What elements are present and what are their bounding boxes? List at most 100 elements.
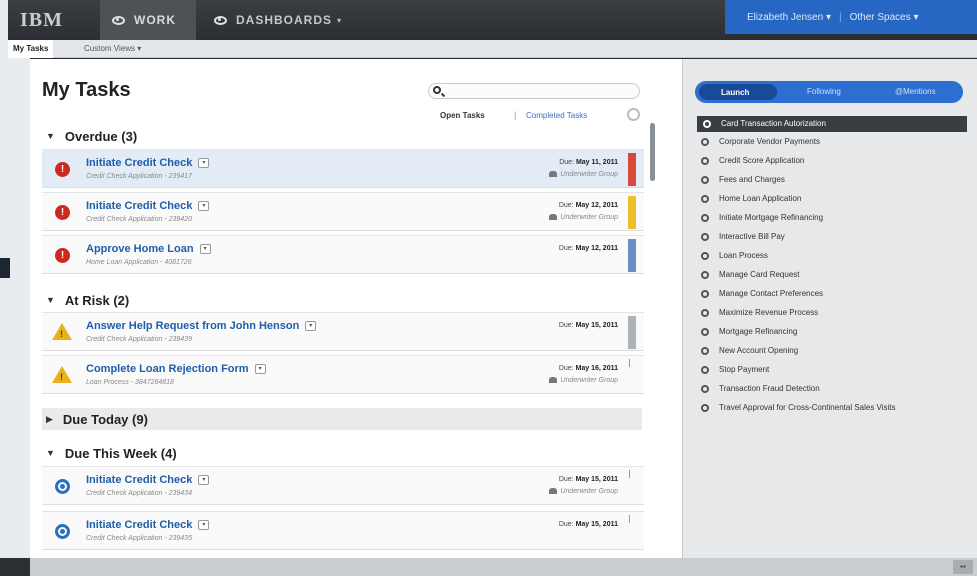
priority-flag — [628, 239, 636, 272]
task-due: Due: May 15, 2011 — [559, 322, 618, 329]
launch-item[interactable]: Corporate Vendor Payments — [701, 137, 963, 147]
launch-item[interactable]: Fees and Charges — [701, 175, 963, 185]
task-menu-icon[interactable]: ▾ — [198, 201, 210, 212]
task-title[interactable]: Answer Help Request from John Henson — [86, 320, 299, 332]
task-card[interactable]: ! Approve Home Loan ▾ Home Loan Applicati… — [42, 235, 644, 274]
section-label: Overdue (3) — [64, 128, 138, 144]
ibm-logo: IBM — [20, 9, 63, 31]
task-card[interactable]: ! Initiate Credit Check ▾ Credit Check Ap… — [42, 192, 644, 231]
process-icon — [701, 290, 709, 298]
eye-icon — [214, 15, 227, 25]
due-date: May 11, 2011 — [575, 159, 618, 166]
task-menu-icon[interactable]: ▾ — [198, 158, 210, 169]
process-icon — [701, 271, 709, 279]
launch-item[interactable]: Initiate Mortgage Refinancing — [701, 213, 963, 223]
section-due-today[interactable]: ▶ Due Today (9) — [42, 408, 642, 430]
task-title[interactable]: Approve Home Loan — [86, 243, 194, 255]
section-at-risk[interactable]: ▼ At Risk (2) — [42, 289, 642, 311]
task-title[interactable]: Initiate Credit Check — [86, 157, 192, 169]
task-due: Due: May 12, 2011 — [559, 245, 618, 252]
launch-item[interactable]: Transaction Fraud Detection — [701, 384, 963, 394]
task-due: Due: May 15, 2011 — [559, 476, 618, 483]
task-title[interactable]: Complete Loan Rejection Form — [86, 363, 249, 375]
task-card[interactable]: ! Complete Loan Rejection Form ▾ Loan Pro… — [42, 355, 644, 394]
task-title-wrap: Answer Help Request from John Henson ▾ — [86, 320, 317, 332]
flag-marker — [629, 359, 630, 367]
due-date: May 12, 2011 — [575, 202, 618, 209]
task-title[interactable]: Initiate Credit Check — [86, 519, 192, 531]
task-menu-icon[interactable]: ▾ — [254, 364, 266, 375]
task-card[interactable]: ! Initiate Credit Check ▾ Credit Check Ap… — [42, 149, 644, 188]
launch-panel: Launch Following @Mentions Card Transact… — [682, 59, 977, 558]
launch-item[interactable]: Credit Score Application — [701, 156, 963, 166]
section-label: Due This Week (4) — [64, 445, 177, 461]
launch-item[interactable]: Stop Payment — [701, 365, 963, 375]
background-dark-block — [0, 258, 10, 278]
triangle-down-icon: ▼ — [46, 295, 55, 305]
process-icon — [701, 347, 709, 355]
due-label: Due: — [559, 159, 574, 166]
task-menu-icon[interactable]: ▾ — [199, 244, 211, 255]
launch-item[interactable]: Loan Process — [701, 251, 963, 261]
task-card[interactable]: Initiate Credit Check ▾ Credit Check Appl… — [42, 466, 644, 505]
section-label: At Risk (2) — [64, 292, 130, 308]
tasks-panel: My Tasks Open Tasks | Completed Tasks ▼ … — [30, 59, 682, 558]
launch-item[interactable]: Interactive Bill Pay — [701, 232, 963, 242]
due-date: May 16, 2011 — [575, 365, 618, 372]
tab-launch[interactable]: Launch — [699, 84, 777, 100]
launch-item-label: New Account Opening — [719, 346, 799, 355]
task-menu-icon[interactable]: ▾ — [198, 475, 210, 486]
background-window-strip — [0, 0, 30, 576]
other-spaces-menu[interactable]: Other Spaces ▾ — [850, 12, 919, 23]
chevron-down-icon: ▾ — [337, 15, 343, 25]
section-due-this-week[interactable]: ▼ Due This Week (4) — [42, 442, 642, 464]
launch-item-label: Stop Payment — [719, 365, 770, 374]
launch-item-label: Initiate Mortgage Refinancing — [719, 213, 824, 222]
task-title-wrap: Complete Loan Rejection Form ▾ — [86, 363, 266, 375]
launch-item[interactable]: Manage Card Request — [701, 270, 963, 280]
task-title[interactable]: Initiate Credit Check — [86, 474, 192, 486]
process-icon — [701, 195, 709, 203]
more-icon[interactable]: ▪▪ — [953, 560, 973, 574]
subnav-custom-views[interactable]: Custom Views ▾ — [84, 44, 141, 53]
task-title[interactable]: Initiate Credit Check — [86, 200, 192, 212]
launch-item[interactable]: New Account Opening — [701, 346, 963, 356]
launch-item-label: Card Transaction Autorization — [721, 119, 826, 128]
user-area: Elizabeth Jensen ▾ | Other Spaces ▾ — [725, 0, 977, 34]
due-date: May 15, 2011 — [575, 322, 618, 329]
task-title-wrap: Initiate Credit Check ▾ — [86, 200, 210, 212]
task-menu-icon[interactable]: ▾ — [198, 520, 210, 531]
search-input[interactable] — [445, 85, 635, 97]
triangle-down-icon: ▼ — [46, 448, 55, 458]
task-card[interactable]: ! Answer Help Request from John Henson ▾ … — [42, 312, 644, 351]
task-subtitle: Credit Check Application - 239417 — [86, 173, 192, 180]
launch-item[interactable]: Maximize Revenue Process — [701, 308, 963, 318]
group-label: Underwriter Group — [560, 171, 618, 178]
launch-item-label: Mortgage Refinancing — [719, 327, 798, 336]
tab-mentions[interactable]: @Mentions — [895, 87, 936, 96]
task-menu-icon[interactable]: ▾ — [305, 321, 317, 332]
process-icon — [701, 138, 709, 146]
flag-marker — [629, 515, 630, 523]
task-card[interactable]: Initiate Credit Check ▾ Credit Check Appl… — [42, 511, 644, 550]
task-title-wrap: Initiate Credit Check ▾ — [86, 519, 210, 531]
launch-item[interactable]: Manage Contact Preferences — [701, 289, 963, 299]
due-label: Due: — [558, 322, 574, 329]
launch-item[interactable]: Mortgage Refinancing — [701, 327, 963, 337]
launch-item[interactable]: Home Loan Application — [701, 194, 963, 204]
search-icon[interactable] — [433, 86, 441, 94]
launch-tab-bar: Launch Following @Mentions — [695, 81, 963, 103]
tab-following[interactable]: Following — [807, 87, 841, 96]
subnav-my-tasks[interactable]: My Tasks — [8, 40, 54, 58]
launch-item-label: Home Loan Application — [719, 194, 802, 203]
task-due: Due: May 16, 2011 — [559, 365, 618, 372]
tab-dashboards[interactable]: DASHBOARDS ▾ — [206, 0, 342, 40]
due-label: Due: — [558, 365, 574, 372]
due-label: Due: — [558, 202, 574, 209]
tab-work[interactable]: WORK — [100, 0, 196, 40]
launch-item[interactable]: Travel Approval for Cross-Continental Sa… — [701, 403, 963, 413]
user-menu[interactable]: Elizabeth Jensen ▾ — [725, 12, 831, 23]
section-overdue[interactable]: ▼ Overdue (3) — [42, 125, 642, 147]
task-due: Due: May 12, 2011 — [559, 202, 618, 209]
launch-item[interactable]: Card Transaction Autorization — [697, 116, 967, 132]
